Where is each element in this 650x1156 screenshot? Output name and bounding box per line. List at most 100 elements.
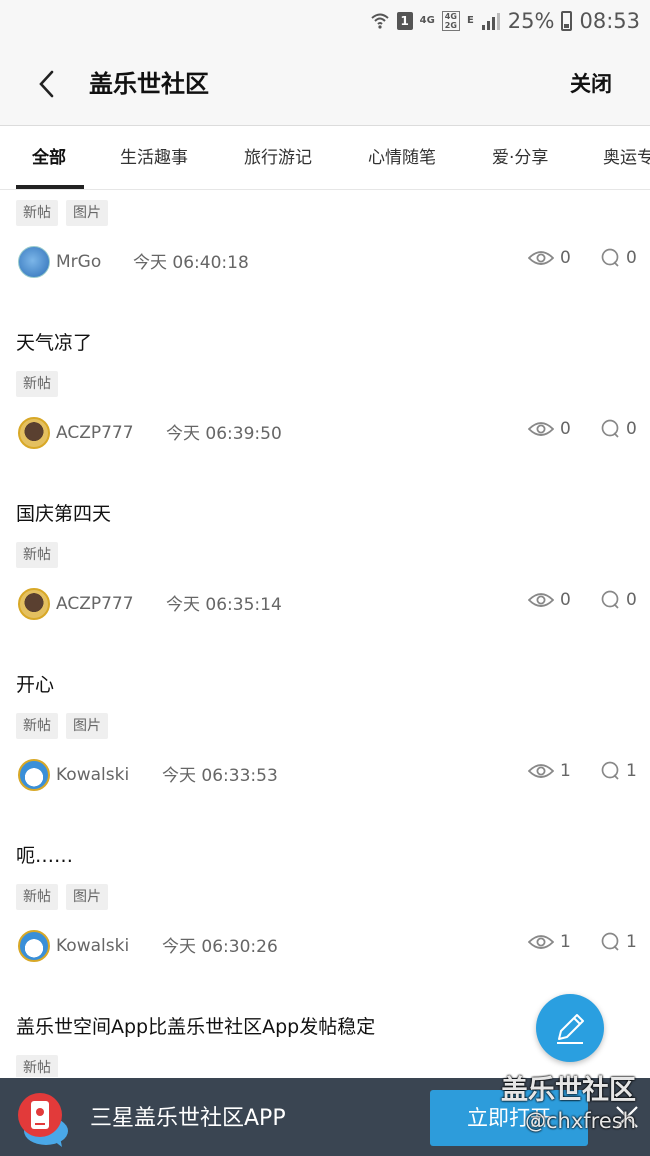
- eye-icon: [528, 422, 554, 436]
- view-count: 0: [528, 590, 571, 610]
- post-meta: Kowalski 今天 06:33:53 1 1: [18, 759, 638, 793]
- tag-new: 新帖: [16, 542, 58, 568]
- close-button[interactable]: 关闭: [570, 68, 612, 98]
- post-tags: 新帖: [16, 371, 58, 397]
- comment-count-value: 0: [626, 419, 637, 439]
- network-type-small: E: [466, 15, 474, 26]
- list-item[interactable]: 开心 新帖 图片 Kowalski 今天 06:33:53 1 1: [0, 669, 650, 840]
- username[interactable]: ACZP777: [56, 594, 134, 614]
- post-title[interactable]: 呃……: [16, 841, 73, 868]
- view-count-value: 1: [560, 932, 571, 952]
- post-meta: Kowalski 今天 06:30:26 1 1: [18, 930, 638, 964]
- post-meta: ACZP777 今天 06:39:50 0 0: [18, 417, 638, 451]
- post-time: 今天 06:40:18: [133, 253, 249, 273]
- post-time: 今天 06:33:53: [162, 766, 278, 786]
- network-type: 4G: [419, 15, 435, 26]
- comment-count: 0: [600, 590, 637, 610]
- compose-post-button[interactable]: [536, 994, 604, 1062]
- username[interactable]: Kowalski: [56, 936, 129, 956]
- view-count-value: 1: [560, 761, 571, 781]
- page-title: 盖乐世社区: [89, 70, 209, 98]
- back-button[interactable]: [26, 62, 66, 106]
- wifi-icon: [370, 13, 389, 29]
- comment-icon: [601, 932, 619, 951]
- watermark-line-1: 盖乐世社区: [501, 1075, 636, 1106]
- view-count-value: 0: [560, 590, 571, 610]
- tab-life-fun[interactable]: 生活趣事: [120, 127, 188, 189]
- avatar[interactable]: [18, 588, 50, 620]
- status-icons: 1 4G 4G 2G E 25% 08:53: [370, 6, 640, 36]
- post-title[interactable]: 盖乐世空间App比盖乐世社区App发帖稳定: [16, 1012, 375, 1039]
- tag-new: 新帖: [16, 1055, 58, 1077]
- view-count: 0: [528, 419, 571, 439]
- banner-title: 三星盖乐世社区APP: [90, 1106, 286, 1131]
- network-type-bottom: 2G: [444, 21, 457, 30]
- view-count-value: 0: [560, 248, 571, 268]
- comment-count-value: 0: [626, 248, 637, 268]
- clock: 08:53: [579, 9, 640, 33]
- comment-count: 0: [600, 248, 637, 268]
- battery-icon: [561, 11, 573, 31]
- comment-icon: [601, 248, 619, 267]
- avatar[interactable]: [18, 759, 50, 791]
- eye-icon: [528, 593, 554, 607]
- username[interactable]: ACZP777: [56, 423, 134, 443]
- app-header: 盖乐世社区 关闭: [0, 42, 650, 126]
- comment-count-value: 0: [626, 590, 637, 610]
- avatar[interactable]: [18, 417, 50, 449]
- eye-icon: [528, 764, 554, 778]
- comment-icon: [601, 419, 619, 438]
- username[interactable]: MrGo: [56, 252, 101, 272]
- comment-icon: [601, 761, 619, 780]
- avatar[interactable]: [18, 246, 50, 278]
- battery-percent: 25%: [507, 9, 555, 33]
- status-bar: 1 4G 4G 2G E 25% 08:53: [0, 0, 650, 42]
- watermark-line-2: @chxfresh: [524, 1109, 636, 1133]
- chevron-left-icon: [39, 70, 54, 98]
- post-title[interactable]: 天气凉了: [16, 328, 92, 355]
- post-tags: 新帖: [16, 1055, 58, 1077]
- comment-count-value: 1: [626, 761, 637, 781]
- username[interactable]: Kowalski: [56, 765, 129, 785]
- tab-olympics[interactable]: 奥运专: [603, 127, 650, 189]
- post-title[interactable]: 开心: [16, 670, 54, 697]
- category-tabs: 全部 生活趣事 旅行游记 心情随笔 爱·分享 奥运专: [0, 127, 650, 190]
- post-tags: 新帖 图片: [16, 200, 108, 226]
- post-meta: ACZP777 今天 06:35:14 0 0: [18, 588, 638, 622]
- tag-new: 新帖: [16, 884, 58, 910]
- active-tab-indicator: [16, 185, 84, 189]
- pencil-icon: [557, 1014, 584, 1044]
- view-count: 1: [528, 932, 571, 952]
- list-item[interactable]: 国庆第四天 新帖 ACZP777 今天 06:35:14 0 0: [0, 498, 650, 669]
- post-time: 今天 06:30:26: [162, 937, 278, 957]
- community-app-logo-icon: [18, 1093, 68, 1147]
- post-feed[interactable]: 新帖 图片 MrGo 今天 06:40:18 0 0 天气凉了 新帖 ACZP7…: [0, 191, 650, 1077]
- sim-slot-icon: 1: [396, 12, 413, 30]
- comment-icon: [601, 590, 619, 609]
- tag-image: 图片: [66, 713, 108, 739]
- view-count: 1: [528, 761, 571, 781]
- eye-icon: [528, 935, 554, 949]
- post-tags: 新帖 图片: [16, 713, 108, 739]
- tag-image: 图片: [66, 884, 108, 910]
- list-item[interactable]: 呃…… 新帖 图片 Kowalski 今天 06:30:26 1 1: [0, 840, 650, 1011]
- tag-new: 新帖: [16, 371, 58, 397]
- list-item[interactable]: 天气凉了 新帖 ACZP777 今天 06:39:50 0 0: [0, 327, 650, 498]
- view-count-value: 0: [560, 419, 571, 439]
- watermark: 盖乐世社区 @chxfresh: [501, 1068, 636, 1133]
- comment-count-value: 1: [626, 932, 637, 952]
- tab-travel[interactable]: 旅行游记: [244, 127, 312, 189]
- tag-new: 新帖: [16, 713, 58, 739]
- tag-new: 新帖: [16, 200, 58, 226]
- comment-count: 1: [600, 932, 637, 952]
- post-time: 今天 06:35:14: [166, 595, 282, 615]
- post-time: 今天 06:39:50: [166, 424, 282, 444]
- post-title[interactable]: 国庆第四天: [16, 499, 111, 526]
- tab-love-share[interactable]: 爱·分享: [492, 127, 548, 189]
- network-type-top: 4G: [444, 12, 457, 21]
- network-type-stack: 4G 2G: [441, 11, 460, 31]
- avatar[interactable]: [18, 930, 50, 962]
- post-meta: MrGo 今天 06:40:18 0 0: [18, 246, 638, 280]
- tab-mood[interactable]: 心情随笔: [368, 127, 436, 189]
- tab-all[interactable]: 全部: [32, 127, 66, 189]
